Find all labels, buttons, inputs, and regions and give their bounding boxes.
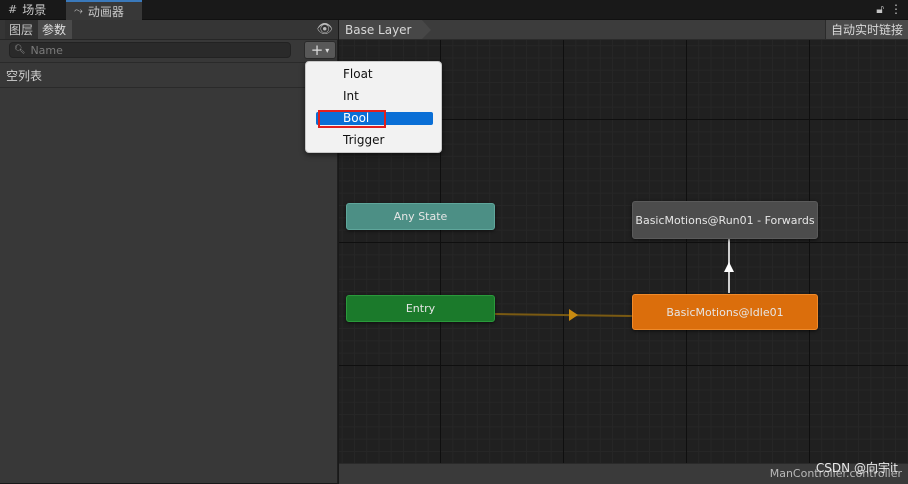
arrow-head: [569, 309, 578, 321]
grid-icon: #: [8, 3, 18, 16]
menu-item-label: Trigger: [343, 133, 385, 147]
state-node-run[interactable]: BasicMotions@Run01 - Forwards: [632, 201, 818, 239]
state-node-any-state[interactable]: Any State: [346, 203, 495, 230]
watermark: CSDN @向宇it: [815, 461, 898, 475]
eye-icon[interactable]: 👁︎: [316, 22, 333, 37]
arrow-head: [724, 262, 734, 272]
search-input[interactable]: [30, 43, 271, 57]
annotation-highlight-box: [318, 110, 386, 128]
tab-animator-label: 动画器: [87, 4, 124, 19]
search-icon: 🔍︎: [14, 45, 26, 55]
menu-item-label: Int: [343, 89, 359, 103]
menu-item-label: Float: [343, 67, 373, 81]
add-parameter-button[interactable]: + ▾: [304, 41, 336, 59]
tab-layers-label: 图层: [9, 23, 34, 37]
state-label: BasicMotions@Run01 - Forwards: [635, 213, 815, 227]
auto-live-link-label: 自动实时链接: [830, 23, 903, 37]
chevron-down-icon: ▾: [325, 45, 330, 55]
divider: [0, 87, 338, 88]
menu-item-trigger[interactable]: Trigger: [306, 129, 443, 151]
auto-live-link-button[interactable]: 自动实时链接: [824, 20, 908, 39]
tab-scene[interactable]: # 场景: [0, 0, 66, 19]
state-label: BasicMotions@Idle01: [666, 305, 784, 319]
parameter-search[interactable]: 🔍︎: [9, 42, 291, 58]
tab-scene-label: 场景: [22, 3, 47, 17]
divider: [0, 62, 338, 63]
state-label: Entry: [405, 302, 436, 315]
state-node-idle[interactable]: BasicMotions@Idle01: [632, 294, 818, 330]
breadcrumb-label: Base Layer: [345, 22, 412, 37]
parameters-panel: 图层 参数 👁︎ 🔍︎ + ▾ 空列表: [0, 20, 338, 483]
parameter-type-menu: Float Int Bool Trigger: [305, 61, 442, 153]
state-label: Any State: [393, 210, 448, 223]
menu-item-float[interactable]: Float: [306, 63, 443, 85]
menu-item-int[interactable]: Int: [306, 85, 443, 107]
tab-parameters-label: 参数: [42, 23, 67, 37]
breadcrumb[interactable]: Base Layer: [339, 20, 430, 39]
tab-animator[interactable]: ⤳ 动画器: [66, 0, 142, 20]
plus-icon: +: [310, 41, 324, 59]
tab-layers[interactable]: 图层: [5, 20, 38, 39]
kebab-icon[interactable]: ⋮: [890, 2, 902, 17]
tab-parameters[interactable]: 参数: [38, 20, 72, 39]
empty-list-label: 空列表: [6, 69, 43, 83]
window-controls: 🔓︎ ⋮: [876, 2, 902, 17]
transition-entry-idle[interactable]: [494, 313, 633, 317]
state-node-entry[interactable]: Entry: [346, 295, 495, 322]
lock-icon[interactable]: 🔓︎: [876, 2, 884, 17]
animator-icon: ⤳: [74, 4, 83, 17]
breadcrumb-bar: Base Layer 自动实时链接: [339, 20, 908, 40]
